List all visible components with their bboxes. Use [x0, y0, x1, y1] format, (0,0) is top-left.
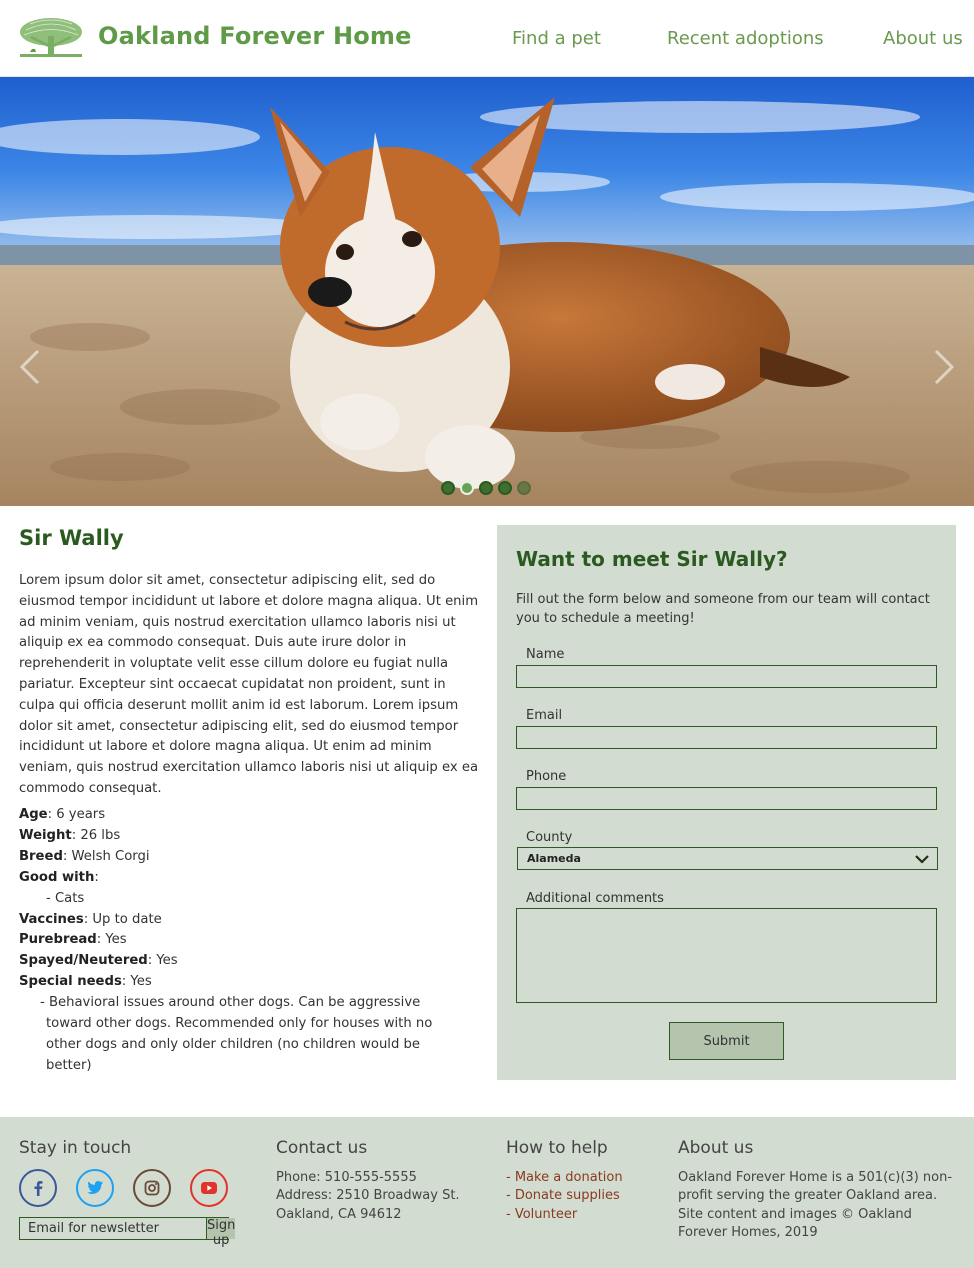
- carousel-indicators: [441, 481, 531, 495]
- fact-age: Age: 6 years: [19, 807, 106, 822]
- fact-special-needs-item: - Behavioral issues around other dogs. C…: [40, 995, 433, 1073]
- carousel-next-arrow-icon[interactable]: [932, 347, 956, 387]
- meet-request-form: Want to meet Sir Wally? Fill out the for…: [497, 525, 956, 1080]
- comments-label: Additional comments: [526, 891, 664, 906]
- contact-heading: Contact us: [276, 1138, 368, 1158]
- contact-city: Oakland, CA 94612: [276, 1206, 402, 1222]
- fact-special-needs: Special needs: Yes: [19, 974, 152, 990]
- county-select[interactable]: Alameda: [517, 847, 938, 870]
- email-label: Email: [526, 708, 563, 723]
- volunteer-link[interactable]: - Volunteer: [506, 1206, 666, 1224]
- form-intro: Fill out the form below and someone from…: [516, 592, 930, 626]
- contact-info: Phone: 510-555-5555 Address: 2510 Broadw…: [276, 1169, 486, 1224]
- carousel-dot[interactable]: [498, 481, 512, 495]
- pet-name-heading: Sir Wally: [19, 526, 124, 550]
- hero-carousel: [0, 77, 974, 506]
- carousel-dot[interactable]: [479, 481, 493, 495]
- fact-weight: Weight: 26 lbs: [19, 827, 121, 843]
- youtube-icon[interactable]: [190, 1169, 228, 1207]
- carousel-dot[interactable]: [517, 481, 531, 495]
- how-to-help-heading: How to help: [506, 1138, 608, 1158]
- email-field[interactable]: [516, 726, 937, 749]
- carousel-dot[interactable]: [441, 481, 455, 495]
- chevron-down-icon: [915, 855, 929, 864]
- newsletter-signup-button[interactable]: Sign up: [207, 1218, 236, 1248]
- contact-address: Address: 2510 Broadway St.: [276, 1188, 460, 1204]
- fact-breed: Breed: Welsh Corgi: [19, 848, 150, 864]
- phone-label: Phone: [526, 769, 567, 784]
- twitter-icon[interactable]: [76, 1169, 114, 1207]
- site-brand[interactable]: Oakland Forever Home: [98, 22, 412, 50]
- instagram-icon[interactable]: [133, 1169, 171, 1207]
- fact-spayed: Spayed/Neutered: Yes: [19, 953, 178, 969]
- make-donation-link[interactable]: - Make a donation: [506, 1169, 666, 1187]
- newsletter-form: Sign up: [19, 1217, 236, 1248]
- pet-description: Lorem ipsum dolor sit amet, consectetur …: [19, 573, 479, 796]
- site-header: Oakland Forever Home Find a pet Recent a…: [0, 0, 974, 77]
- fact-good-with-item: - Cats: [46, 890, 85, 906]
- county-label: County: [526, 830, 573, 845]
- name-field[interactable]: [516, 665, 937, 688]
- phone-field[interactable]: [516, 787, 937, 810]
- newsletter-email-input[interactable]: [20, 1218, 207, 1239]
- carousel-dot-active[interactable]: [460, 481, 474, 495]
- stay-in-touch-heading: Stay in touch: [19, 1138, 132, 1158]
- donate-supplies-link[interactable]: - Donate supplies: [506, 1187, 666, 1205]
- about-heading: About us: [678, 1138, 754, 1158]
- nav-recent-adoptions[interactable]: Recent adoptions: [667, 28, 824, 49]
- fact-good-with: Good with:: [19, 869, 99, 885]
- name-label: Name: [526, 647, 565, 662]
- form-title: Want to meet Sir Wally?: [516, 547, 788, 571]
- site-footer: Stay in touch Sign up Contact us Phone: …: [0, 1117, 974, 1268]
- county-selected-value: Alameda: [527, 852, 581, 865]
- contact-phone: Phone: 510-555-5555: [276, 1170, 417, 1185]
- fact-vaccines: Vaccines: Up to date: [19, 911, 162, 927]
- nav-find-a-pet[interactable]: Find a pet: [512, 28, 601, 49]
- pet-facts: Age: 6 years Weight: 26 lbs Breed: Welsh…: [19, 805, 479, 1077]
- comments-textarea[interactable]: [516, 908, 937, 1003]
- help-links: - Make a donation - Donate supplies - Vo…: [506, 1169, 666, 1224]
- oak-tree-logo-icon[interactable]: [18, 16, 84, 60]
- fact-purebread: Purebread: Yes: [19, 932, 127, 948]
- nav-about-us[interactable]: About us: [883, 28, 963, 49]
- carousel-prev-arrow-icon[interactable]: [18, 347, 42, 387]
- facebook-icon[interactable]: [19, 1169, 57, 1207]
- about-text: Oakland Forever Home is a 501(c)(3) non-…: [678, 1170, 953, 1240]
- corgi-photo: [0, 77, 974, 506]
- submit-button[interactable]: Submit: [669, 1022, 784, 1060]
